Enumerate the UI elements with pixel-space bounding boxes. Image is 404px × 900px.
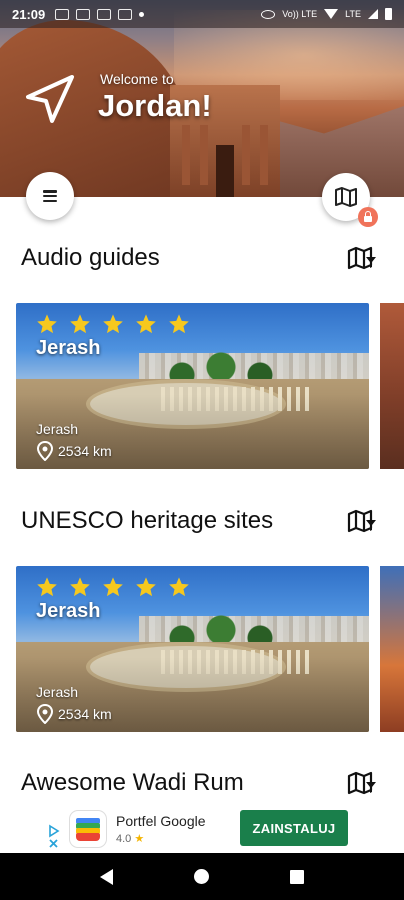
section-title-audio-guides: Audio guides: [21, 244, 160, 271]
star-icon: [136, 314, 156, 334]
star-icon: [70, 577, 90, 597]
message-icon: [76, 8, 91, 20]
more-notifications-icon: [139, 11, 145, 17]
distance-row: 2534 km: [36, 441, 112, 461]
star-icon: [169, 577, 189, 597]
welcome-text: Welcome to: [100, 71, 174, 87]
star-icon: [136, 577, 156, 597]
system-icons: Vo)) LTE LTE: [261, 8, 392, 20]
card-subtitle: Jerash: [36, 684, 79, 700]
country-title: Jordan!: [98, 88, 212, 123]
navigation-arrow-icon: [26, 75, 74, 123]
star-icon: [37, 577, 57, 597]
map-icon: [335, 187, 357, 207]
ad-rating-value: 4.0: [116, 833, 132, 845]
star-icon: ★: [134, 833, 145, 845]
audio-guide-card[interactable]: Jerash Jerash 2534 km: [16, 303, 369, 469]
unesco-site-card[interactable]: Jerash Jerash 2534 km: [16, 566, 369, 732]
card-distance: 2534 km: [58, 706, 112, 722]
ad-banner[interactable]: Portfel Google 4.0 ★ ZAINSTALUJ: [0, 803, 404, 853]
card-subtitle: Jerash: [36, 421, 79, 437]
wifi-icon: [324, 9, 339, 19]
menu-button[interactable]: [26, 172, 74, 220]
system-navigation-bar: [0, 853, 404, 900]
card-title: Jerash: [36, 337, 101, 359]
map-filter-icon[interactable]: [347, 245, 377, 271]
hero-banner: Welcome to Jordan!: [0, 0, 404, 197]
star-icon: [103, 314, 123, 334]
section-title-wadi-rum: Awesome Wadi Rum: [21, 769, 244, 796]
status-time: 21:09: [12, 6, 46, 22]
home-icon[interactable]: [193, 869, 209, 884]
card-distance: 2534 km: [58, 443, 112, 459]
star-icon: [37, 314, 57, 334]
next-card-peek[interactable]: [380, 566, 404, 732]
rating-stars: [36, 313, 190, 335]
next-card-peek[interactable]: [380, 303, 404, 469]
map-filter-icon[interactable]: [347, 770, 377, 796]
location-pin-icon: [36, 441, 54, 461]
distance-row: 2534 km: [36, 704, 112, 724]
ad-app-name[interactable]: Portfel Google: [116, 813, 206, 829]
location-pin-icon: [36, 704, 54, 724]
lte-label: LTE: [345, 9, 361, 19]
notification-icons: [55, 8, 145, 20]
volte-label: Vo)) LTE: [282, 9, 318, 19]
install-button[interactable]: ZAINSTALUJ: [240, 810, 348, 846]
hamburger-menu-icon: [43, 190, 57, 202]
wallet-app-icon[interactable]: [70, 811, 106, 847]
ad-choices-icon[interactable]: [47, 823, 61, 849]
star-icon: [70, 314, 90, 334]
eye-icon: [261, 9, 276, 19]
card-title: Jerash: [36, 600, 101, 622]
message-icon: [118, 8, 133, 20]
star-icon: [169, 314, 189, 334]
rating-stars: [36, 576, 190, 598]
lock-icon: [358, 207, 378, 227]
battery-icon: [385, 8, 392, 20]
ad-rating: 4.0 ★: [116, 832, 144, 845]
signal-icon: [368, 9, 378, 19]
back-icon[interactable]: [100, 868, 114, 885]
map-filter-icon[interactable]: [347, 508, 377, 534]
star-icon: [103, 577, 123, 597]
recent-apps-icon[interactable]: [289, 869, 304, 884]
mail-icon: [55, 8, 70, 20]
section-title-unesco: UNESCO heritage sites: [21, 507, 274, 534]
message-icon: [97, 8, 112, 20]
status-bar: 21:09 Vo)) LTE LTE: [0, 0, 404, 28]
